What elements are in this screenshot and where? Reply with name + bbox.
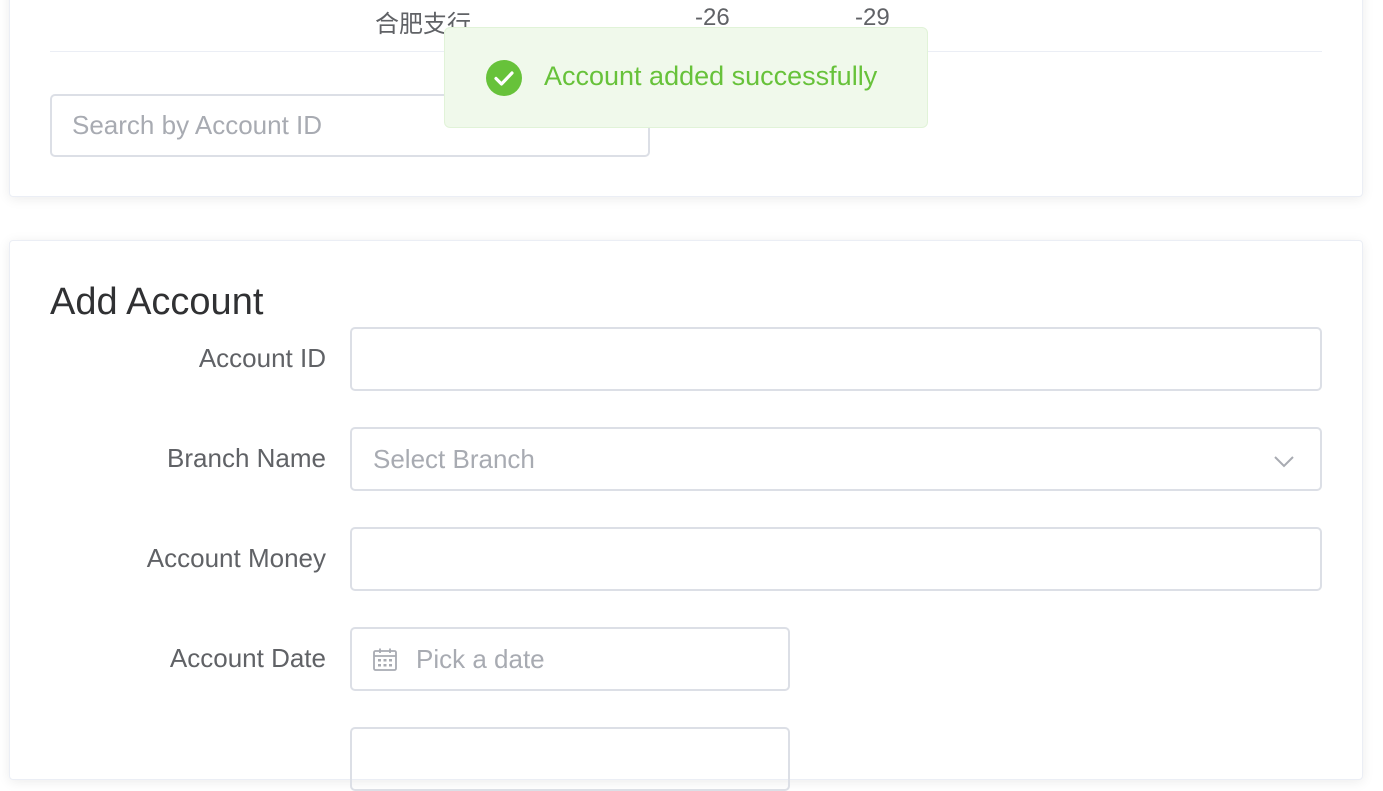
toast-message: Account added successfully [544,61,878,91]
branch-select[interactable]: Select Branch [350,427,1322,491]
account-money-input[interactable] [350,527,1322,591]
page-title: Add Account [50,281,264,323]
branch-name-label: Branch Name [167,443,326,473]
chevron-down-icon [1274,456,1294,468]
success-toast: Account added successfully [444,27,928,128]
add-account-card: Add Account Account ID Branch Name Selec… [9,240,1363,791]
branch-select-placeholder: Select Branch [373,444,535,474]
next-field-input[interactable] [350,727,790,791]
check-circle-icon [486,60,522,96]
calendar-icon [373,648,397,671]
account-id-label: Account ID [198,343,326,373]
account-date-picker[interactable]: Pick a date [350,627,790,691]
account-date-label: Account Date [169,643,326,673]
account-id-input[interactable] [350,327,1322,391]
account-money-label: Account Money [146,543,326,573]
account-date-placeholder: Pick a date [416,644,545,674]
